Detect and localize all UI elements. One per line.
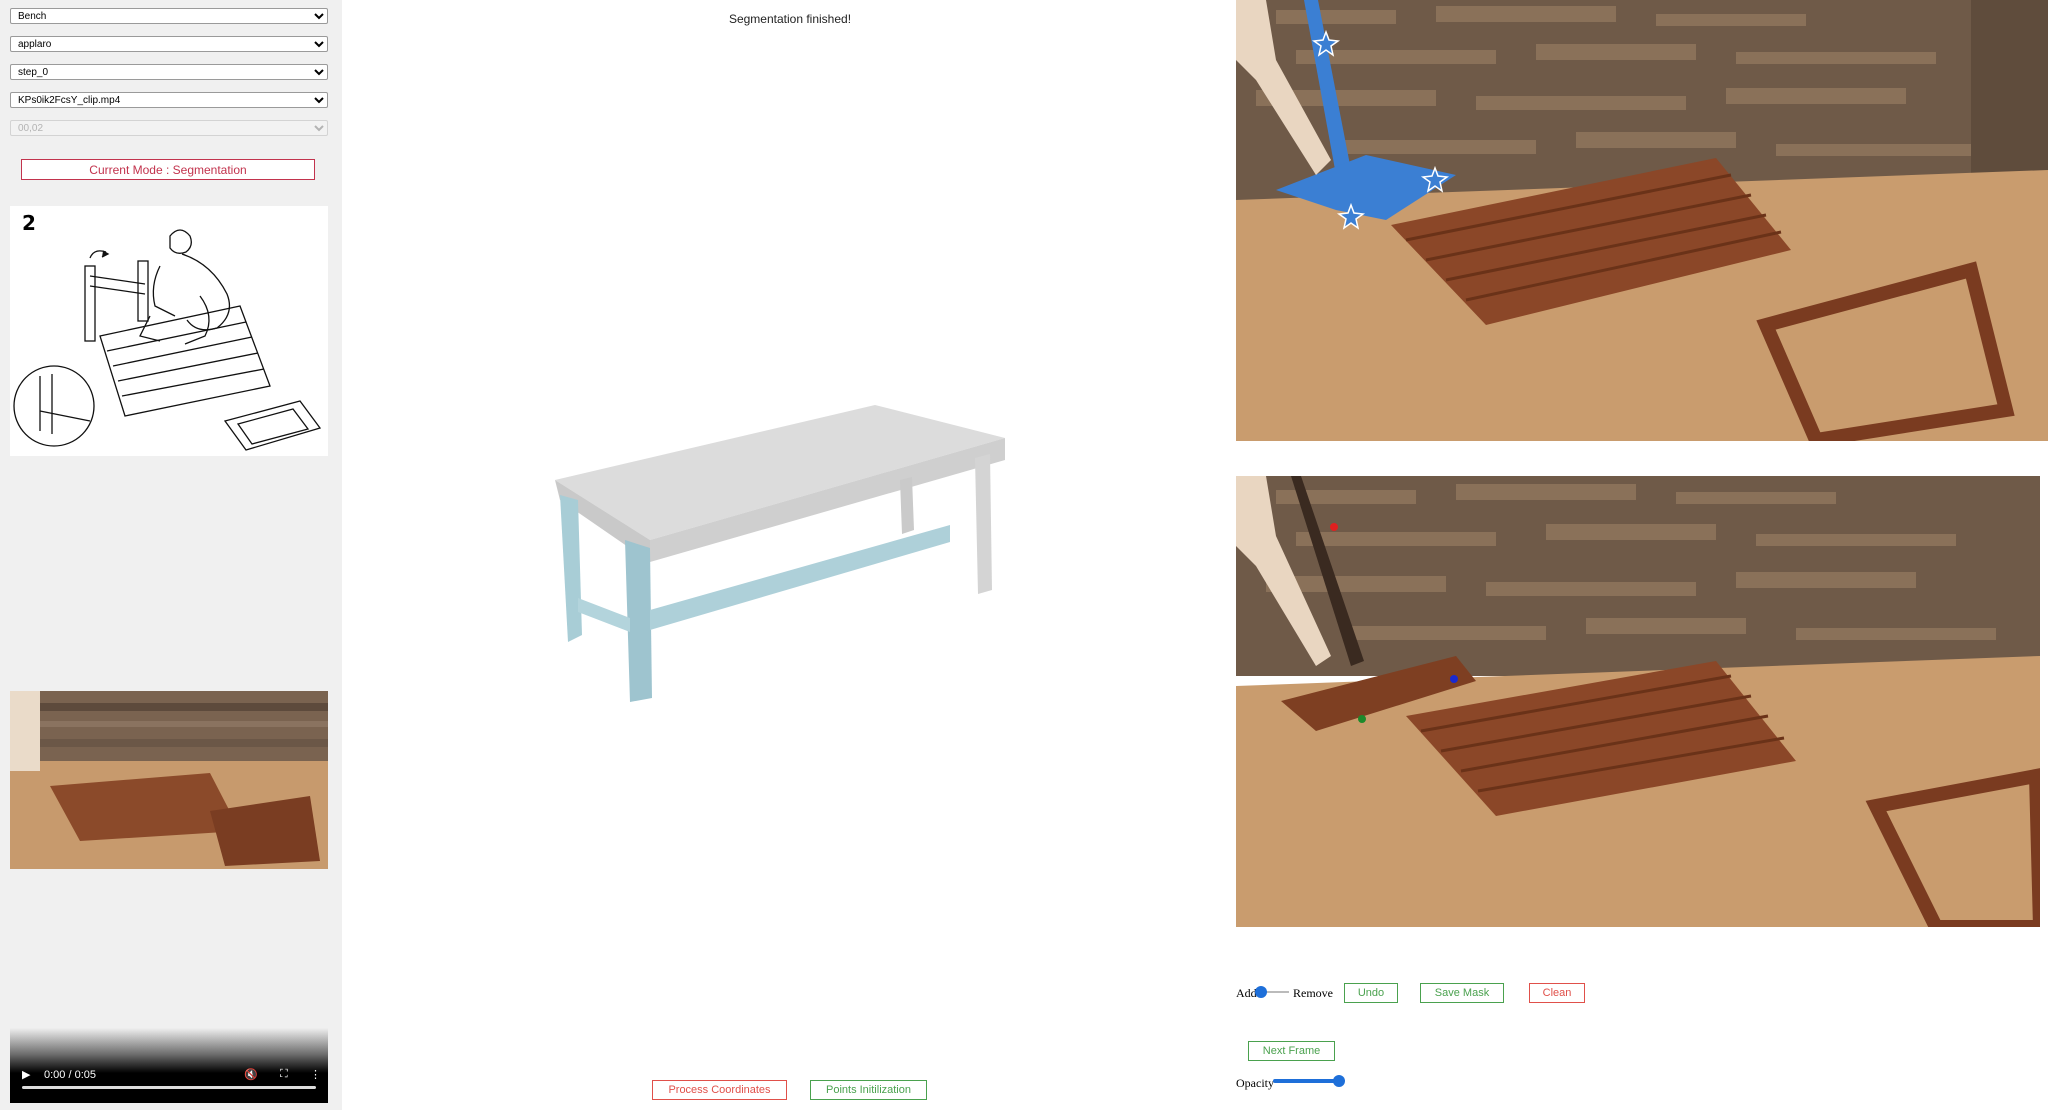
bench-leg-back-right bbox=[975, 454, 992, 594]
video-progress-bar[interactable] bbox=[22, 1086, 316, 1089]
segmentation-frame-image bbox=[1236, 0, 2048, 441]
furniture-select[interactable]: applaro bbox=[10, 36, 328, 52]
bench-leg-front-left bbox=[560, 495, 582, 642]
segmentation-frame[interactable] bbox=[1236, 0, 2048, 441]
opacity-slider-track bbox=[1273, 1079, 1339, 1083]
point-selection-frame[interactable] bbox=[1236, 476, 2040, 927]
point-selection-frame-image bbox=[1236, 476, 2040, 927]
clip-thumbnail bbox=[10, 691, 328, 869]
mode-button[interactable]: Current Mode : Segmentation bbox=[21, 159, 315, 180]
process-coordinates-button[interactable]: Process Coordinates bbox=[652, 1080, 787, 1100]
clip-thumbnail-image bbox=[10, 691, 328, 869]
points-initialization-button[interactable]: Points Initilization bbox=[810, 1080, 927, 1100]
status-message: Segmentation finished! bbox=[728, 12, 852, 26]
clean-button[interactable]: Clean bbox=[1529, 983, 1585, 1003]
video-player[interactable]: ▶ 0:00 / 0:05 🔇 ⛶ ⋮ bbox=[10, 1028, 328, 1103]
opacity-slider[interactable] bbox=[1273, 1075, 1345, 1087]
remove-point-marker-blue bbox=[1450, 675, 1458, 683]
bench-leg-crossbar bbox=[578, 598, 630, 632]
remove-label: Remove bbox=[1293, 986, 1333, 1000]
remove-point-marker bbox=[1330, 523, 1338, 531]
mute-icon[interactable]: 🔇 bbox=[244, 1068, 258, 1081]
opacity-label: Opacity bbox=[1236, 1076, 1274, 1090]
manual-drawing: 2 bbox=[13, 211, 322, 451]
fullscreen-icon[interactable]: ⛶ bbox=[280, 1068, 288, 1081]
bench-3d-viewer[interactable] bbox=[520, 380, 1020, 720]
category-select[interactable]: Bench bbox=[10, 8, 328, 24]
save-mask-button[interactable]: Save Mask bbox=[1420, 983, 1504, 1003]
time-select: 00,02 bbox=[10, 120, 328, 136]
add-remove-toggle-knob[interactable] bbox=[1255, 986, 1267, 998]
manual-step-number: 2 bbox=[22, 211, 36, 235]
opacity-slider-knob[interactable] bbox=[1333, 1075, 1345, 1087]
bench-leg-back-inner bbox=[900, 477, 914, 534]
next-frame-button[interactable]: Next Frame bbox=[1248, 1041, 1335, 1061]
more-options-icon[interactable]: ⋮ bbox=[310, 1068, 321, 1081]
video-select[interactable]: KPs0ik2FcsY_clip.mp4 bbox=[10, 92, 328, 108]
add-point-marker bbox=[1358, 715, 1366, 723]
step-select[interactable]: step_0 bbox=[10, 64, 328, 80]
sidebar: Bench applaro step_0 KPs0ik2FcsY_clip.mp… bbox=[0, 0, 342, 1110]
video-time: 0:00 / 0:05 bbox=[44, 1069, 96, 1081]
manual-illustration: 2 bbox=[10, 206, 328, 456]
play-icon[interactable]: ▶ bbox=[22, 1068, 30, 1081]
add-remove-toggle[interactable] bbox=[1255, 986, 1291, 998]
add-label: Add bbox=[1236, 986, 1257, 1000]
bench-3d-model bbox=[555, 405, 1005, 702]
undo-button[interactable]: Undo bbox=[1344, 983, 1398, 1003]
